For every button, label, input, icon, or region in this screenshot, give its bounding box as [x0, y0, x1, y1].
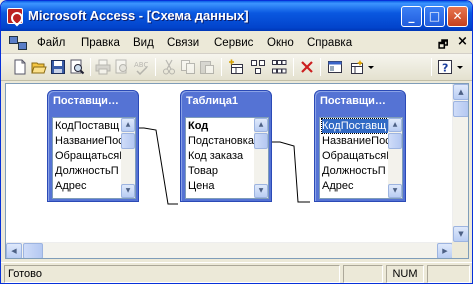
canvas-vertical-scrollbar[interactable]: ▲ ▼	[452, 84, 468, 242]
scroll-up-icon[interactable]: ▲	[453, 84, 468, 100]
field-list-scrollbar[interactable]: ▲ ▼	[121, 118, 135, 198]
menu-help[interactable]: Справка	[307, 37, 352, 49]
menu-tools[interactable]: Сервис	[214, 37, 253, 49]
field-item[interactable]: ДолжностьП	[55, 164, 121, 178]
new-icon[interactable]	[12, 59, 28, 75]
menu-file[interactable]: Файл	[37, 37, 65, 49]
field-list-scrollbar[interactable]: ▲ ▼	[254, 118, 268, 198]
field-item[interactable]: Код заказа	[188, 149, 254, 163]
new-object-dropdown-icon[interactable]	[367, 59, 375, 75]
scroll-up-icon[interactable]: ▲	[254, 118, 268, 132]
status-empty-panel	[427, 265, 470, 283]
field-item[interactable]: Адрес	[55, 179, 121, 193]
field-list-scrollbar[interactable]: ▲ ▼	[388, 118, 402, 198]
help-dropdown-icon[interactable]	[456, 59, 464, 75]
open-icon[interactable]	[31, 59, 47, 75]
access-window: Microsoft Access - [Схема данных] _ □ ✕ …	[0, 0, 473, 284]
copy-icon[interactable]	[180, 59, 196, 75]
toolbar-separator	[293, 58, 294, 76]
table-window-table1[interactable]: Таблица1 Код Подстановка Код заказа Това…	[180, 90, 272, 202]
scrollbar-corner	[452, 242, 468, 258]
close-button[interactable]: ✕	[447, 6, 468, 27]
relationships-canvas[interactable]: Поставщи… КодПоставщ НазваниеПос Обращат…	[5, 83, 469, 259]
scroll-thumb[interactable]	[453, 101, 468, 117]
field-item[interactable]: Товар	[188, 164, 254, 178]
field-item-selected[interactable]: КодПоставщ	[321, 118, 389, 134]
relationship-line[interactable]	[270, 141, 310, 203]
field-item[interactable]: НазваниеПос	[322, 134, 388, 148]
status-text: Готово	[4, 265, 340, 283]
title-bar[interactable]: Microsoft Access - [Схема данных] _ □ ✕	[1, 1, 472, 31]
table-window-suppliers[interactable]: Поставщи… КодПоставщ НазваниеПос Обращат…	[47, 90, 139, 202]
toolbar: ABC ?	[1, 54, 472, 81]
scroll-down-icon[interactable]: ▼	[254, 184, 268, 198]
window-title: Microsoft Access - [Схема данных]	[28, 8, 249, 23]
maximize-button[interactable]: □	[424, 6, 445, 27]
new-object-icon[interactable]	[349, 59, 365, 75]
delete-icon[interactable]	[299, 59, 315, 75]
svg-text:?: ?	[442, 62, 448, 75]
scroll-down-icon[interactable]: ▼	[388, 184, 402, 198]
preview-icon[interactable]	[114, 59, 130, 75]
print-preview-icon[interactable]	[69, 59, 85, 75]
toolbar-separator	[221, 58, 222, 76]
canvas-horizontal-scrollbar[interactable]: ◀ ▶	[6, 242, 453, 258]
table-title[interactable]: Поставщи…	[320, 95, 386, 107]
field-item[interactable]: ДолжностьП	[322, 164, 388, 178]
field-item-key[interactable]: Код	[188, 119, 254, 133]
relationships-doc-icon[interactable]	[9, 36, 27, 50]
scroll-thumb[interactable]	[254, 133, 268, 149]
scroll-thumb[interactable]	[388, 133, 402, 149]
mdi-restore-button[interactable]: 🗗	[438, 36, 448, 55]
toolbar-separator	[431, 58, 432, 76]
menu-window[interactable]: Окно	[267, 37, 294, 49]
help-icon[interactable]: ?	[437, 59, 453, 75]
scroll-left-icon[interactable]: ◀	[6, 243, 22, 258]
database-window-icon[interactable]	[327, 59, 343, 75]
table-title[interactable]: Таблица1	[186, 95, 238, 107]
access-app-icon[interactable]	[7, 8, 23, 24]
paste-icon[interactable]	[199, 59, 215, 75]
field-item[interactable]: НазваниеПос	[55, 134, 121, 148]
spelling-icon[interactable]: ABC	[133, 59, 149, 75]
num-lock-indicator: NUM	[386, 265, 424, 283]
scroll-down-icon[interactable]: ▼	[453, 226, 468, 242]
cut-icon[interactable]	[161, 59, 177, 75]
menu-view[interactable]: Вид	[133, 37, 154, 49]
scroll-thumb[interactable]	[121, 133, 135, 149]
mdi-close-button[interactable]: ×	[457, 34, 468, 49]
menu-relationships[interactable]: Связи	[167, 37, 199, 49]
toolbar-separator	[320, 58, 321, 76]
scroll-up-icon[interactable]: ▲	[121, 118, 135, 132]
save-icon[interactable]	[50, 59, 66, 75]
show-direct-icon[interactable]	[250, 59, 266, 75]
field-item[interactable]: Подстановка	[188, 134, 254, 148]
table-title[interactable]: Поставщи…	[53, 95, 119, 107]
field-list[interactable]: КодПоставщ НазваниеПос ОбращатьсяК Должн…	[52, 117, 136, 199]
field-item[interactable]: ОбращатьсяК	[55, 149, 121, 163]
toolbar-separator	[155, 58, 156, 76]
menu-bar: Файл Правка Вид Связи Сервис Окно Справк…	[1, 31, 472, 54]
toolbar-separator	[90, 58, 91, 76]
print-icon[interactable]	[95, 59, 111, 75]
status-empty-panel	[343, 265, 383, 283]
show-table-icon[interactable]	[228, 59, 244, 75]
relationship-line[interactable]	[136, 127, 178, 205]
field-item[interactable]: ОбращатьсяК	[322, 149, 388, 163]
show-all-icon[interactable]	[271, 59, 287, 75]
scroll-thumb[interactable]	[23, 243, 43, 258]
scroll-down-icon[interactable]: ▼	[121, 184, 135, 198]
field-list[interactable]: КодПоставщ НазваниеПос ОбращатьсяК Должн…	[319, 117, 403, 199]
scroll-up-icon[interactable]: ▲	[388, 118, 402, 132]
field-item[interactable]: КодПоставщ	[55, 119, 121, 133]
status-bar: Готово NUM	[1, 262, 472, 283]
menu-edit[interactable]: Правка	[81, 37, 120, 49]
field-item[interactable]: Адрес	[322, 179, 388, 193]
table-window-suppliers-copy[interactable]: Поставщи… КодПоставщ НазваниеПос Обращат…	[314, 90, 406, 202]
field-list[interactable]: Код Подстановка Код заказа Товар Цена ▲ …	[185, 117, 269, 199]
scroll-right-icon[interactable]: ▶	[437, 243, 453, 258]
minimize-button[interactable]: _	[401, 6, 422, 27]
field-item[interactable]: Цена	[188, 179, 254, 193]
